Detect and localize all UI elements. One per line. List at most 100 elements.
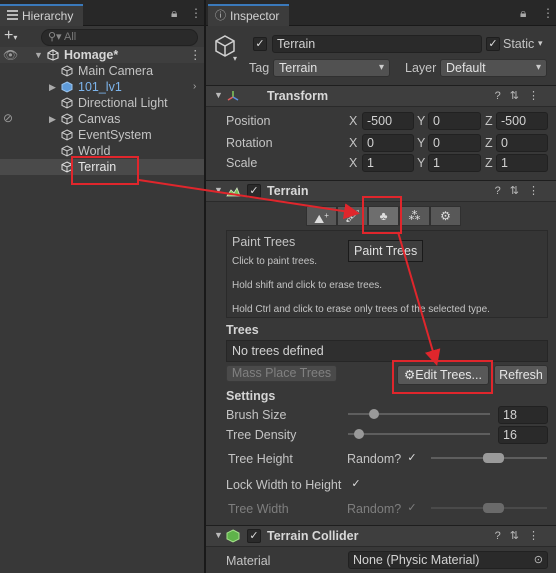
hierarchy-tabbar: Hierarchy 🔒︎ ⋮ [0,0,204,26]
active-checkbox[interactable]: ✓ [253,37,267,51]
expand-arrow-icon[interactable]: ▼ [34,47,43,63]
position-x-field[interactable]: -500 [362,112,414,130]
hierarchy-item-label: Canvas [78,112,121,126]
rotation-y-field[interactable]: 0 [428,134,481,152]
brush-size-field[interactable]: 18 [498,406,548,424]
object-picker-icon[interactable]: ⊙ [534,552,543,568]
add-button[interactable]: +▾ [4,27,17,47]
more-menu-icon[interactable]: ⋮ [190,6,202,20]
hierarchy-item[interactable]: Directional Light [0,95,204,111]
info-icon: ⓘ [215,10,226,22]
axis-z-label: Z [485,156,493,170]
brush-icon: 🖌︎ [344,209,361,223]
static-label: Static [503,37,535,51]
more-menu-icon[interactable]: ⋮ [542,6,554,20]
position-y-field[interactable]: 0 [428,112,481,130]
terrain-collider-header[interactable]: ▼ ✓ Terrain Collider ?⇅⋮ [206,525,556,547]
open-prefab-arrow-icon[interactable]: › [193,79,196,95]
tree-density-field[interactable]: 16 [498,426,548,444]
object-name-field[interactable]: Terrain [272,35,482,53]
component-header-icons[interactable]: ?⇅⋮ [495,184,548,197]
hierarchy-item[interactable]: Main Camera [0,63,204,79]
terrain-settings-tool-button[interactable]: ⚙ [430,206,461,226]
tree-density-slider-knob[interactable] [354,429,365,439]
mass-place-trees-button[interactable]: Mass Place Trees [226,365,337,382]
lock-icon[interactable]: 🔒︎ [520,6,526,21]
rotation-z-field[interactable]: 0 [496,134,548,152]
expand-arrow-icon[interactable]: ▶ [49,79,56,95]
material-value: None (Physic Material) [353,553,480,567]
scene-menu-icon[interactable]: ⋮ [189,47,202,63]
static-dropdown-icon[interactable]: ▾ [538,38,543,49]
icon-dropdown-icon[interactable]: ▾ [233,54,237,63]
tree-width-random-checkbox[interactable]: ✓ [405,502,419,516]
raise-terrain-tool-button[interactable]: ⛰︎+ [306,206,337,226]
tree-list[interactable]: No trees defined [226,340,548,362]
tag-dropdown[interactable]: Terrain [273,59,390,77]
mountain-plus-icon: ⛰︎+ [314,211,329,226]
annotation-box-edit-trees [392,360,493,394]
axis-z-label: Z [485,136,493,150]
refresh-button[interactable]: Refresh [494,365,548,385]
scene-name: Homage* [64,48,119,62]
tree-width-range-handle[interactable] [483,503,504,513]
tree-height-random-checkbox[interactable]: ✓ [405,452,419,466]
rotation-x-field[interactable]: 0 [362,134,414,152]
axis-y-label: Y [417,114,426,128]
terrain-enabled-checkbox[interactable]: ✓ [247,184,261,198]
list-icon [7,10,18,20]
fold-arrow-icon[interactable]: ▼ [214,185,223,195]
hierarchy-item-label: Main Camera [78,64,154,78]
scale-z-field[interactable]: 1 [496,154,548,172]
static-checkbox[interactable]: ✓ [486,37,500,51]
component-header-icons[interactable]: ?⇅⋮ [495,89,548,102]
lock-icon[interactable]: 🔒︎ [171,6,177,21]
inspector-panel: ⓘ Inspector 🔒︎ ⋮ ▾ ✓ Terrain ✓ Static ▾ … [206,0,556,573]
hierarchy-item[interactable]: ▶ Canvas [0,111,204,127]
material-field[interactable]: None (Physic Material) ⊙ [348,551,548,569]
annotation-box-terrain [71,156,139,185]
hierarchy-item-label: 101_lv1 [78,80,122,94]
hierarchy-item-label: Directional Light [78,96,168,110]
gameobject-cube-icon [61,113,73,125]
brush-size-slider-knob[interactable] [368,409,379,419]
fold-arrow-icon[interactable]: ▼ [214,90,223,100]
hierarchy-panel: Hierarchy 🔒︎ ⋮ +▾ ⚲▾ All 👁︎ ▼ Homage* ⋮ … [0,0,204,573]
material-label: Material [226,554,271,568]
tab-hierarchy-label: Hierarchy [22,9,74,23]
help-line: Click to paint trees. [232,256,318,267]
hierarchy-item-label: EventSystem [78,128,152,142]
layer-dropdown[interactable]: Default [440,59,547,77]
transform-header[interactable]: ▼ Transform ?⇅⋮ [206,85,556,107]
component-header-icons[interactable]: ?⇅⋮ [495,529,548,542]
tab-inspector[interactable]: ⓘ Inspector [208,4,290,26]
axis-x-label: X [349,114,358,128]
tree-height-range-handle[interactable] [483,453,504,463]
axis-y-label: Y [417,156,426,170]
lock-width-label: Lock Width to Height [226,478,342,492]
tree-width-label: Tree Width [228,502,289,516]
paint-details-tool-button[interactable]: ⁂ [399,206,430,226]
tree-density-slider-track[interactable] [348,433,490,435]
hidden-eye-icon[interactable]: ⊘ [3,110,13,126]
collider-enabled-checkbox[interactable]: ✓ [247,529,261,543]
fold-arrow-icon[interactable]: ▼ [214,530,223,540]
search-input[interactable]: ⚲▾ All [41,29,198,46]
scale-x-field[interactable]: 1 [362,154,414,172]
visibility-eye-icon[interactable]: 👁︎ [3,47,18,63]
collider-icon [226,529,240,543]
scale-y-field[interactable]: 1 [428,154,481,172]
settings-section-label: Settings [226,389,276,403]
terrain-title: Terrain [267,184,309,198]
gameobject-cube-icon [61,129,73,141]
position-z-field[interactable]: -500 [496,112,548,130]
hierarchy-item[interactable]: ▶ 101_lv1 › [0,79,204,95]
expand-arrow-icon[interactable]: ▶ [49,111,56,127]
tab-inspector-label: Inspector [230,9,280,23]
lock-width-checkbox[interactable]: ✓ [349,478,363,492]
hierarchy-item[interactable]: EventSystem [0,127,204,143]
scene-row[interactable]: 👁︎ ▼ Homage* ⋮ [0,47,204,63]
tab-hierarchy[interactable]: Hierarchy [0,4,84,26]
gameobject-cube-icon [61,65,73,77]
axis-x-label: X [349,136,358,150]
